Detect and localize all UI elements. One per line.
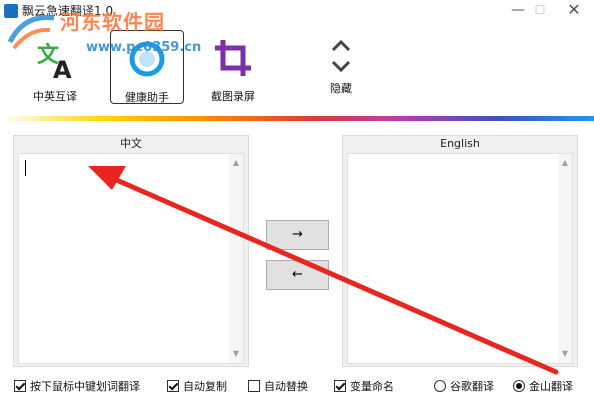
text-caret xyxy=(25,160,26,176)
target-scrollbar[interactable]: ▲ ▼ xyxy=(558,154,572,363)
chevron-up-down-icon xyxy=(304,34,378,78)
auto-replace-checkbox[interactable] xyxy=(248,380,260,392)
source-language-header: 中文 xyxy=(120,137,142,150)
auto-replace-option[interactable]: 自动替换 xyxy=(248,378,308,394)
middle-click-translate-checkbox[interactable] xyxy=(14,380,26,392)
source-scrollbar[interactable]: ▲ ▼ xyxy=(229,154,243,363)
variable-naming-option[interactable]: 变量命名 xyxy=(334,378,394,394)
title-bar: 飘云急速翻译1.0 — ☐ ✕ xyxy=(0,0,594,22)
translate-forward-button[interactable]: → xyxy=(266,220,329,250)
health-icon xyxy=(111,37,183,81)
screenshot-record-button[interactable]: 截图录屏 xyxy=(196,30,270,104)
target-panel: English ▲ ▼ xyxy=(342,135,578,367)
middle-click-translate-label: 按下鼠标中键划词翻译 xyxy=(30,380,140,393)
close-button[interactable]: ✕ xyxy=(554,0,594,22)
svg-text:A: A xyxy=(53,56,72,80)
target-language-header: English xyxy=(440,137,480,150)
health-assistant-button[interactable]: 健康助手 xyxy=(110,30,184,104)
kingsoft-translate-option[interactable]: 金山翻译 xyxy=(513,378,573,394)
scroll-down-arrow-icon[interactable]: ▼ xyxy=(229,347,243,361)
translate-backward-button[interactable]: ← xyxy=(266,260,329,290)
screenshot-record-label: 截图录屏 xyxy=(211,90,255,103)
kingsoft-translate-label: 金山翻译 xyxy=(529,380,573,393)
scroll-down-arrow-icon[interactable]: ▼ xyxy=(558,347,572,361)
middle-click-translate-option[interactable]: 按下鼠标中键划词翻译 xyxy=(14,378,140,394)
hide-button[interactable]: 隐藏 xyxy=(304,28,378,102)
google-translate-radio[interactable] xyxy=(434,380,446,392)
source-text-input[interactable]: ▲ ▼ xyxy=(18,153,244,364)
app-icon xyxy=(4,4,18,18)
translate-mode-label: 中英互译 xyxy=(33,90,77,103)
auto-replace-label: 自动替换 xyxy=(264,380,308,393)
crop-icon xyxy=(196,36,270,80)
scroll-up-arrow-icon[interactable]: ▲ xyxy=(229,156,243,170)
google-translate-option[interactable]: 谷歌翻译 xyxy=(434,378,494,394)
auto-copy-label: 自动复制 xyxy=(183,380,227,393)
translate-icon: 文 A xyxy=(18,36,92,80)
rainbow-divider xyxy=(0,116,594,121)
scroll-up-arrow-icon[interactable]: ▲ xyxy=(558,156,572,170)
translate-mode-button[interactable]: 文 A 中英互译 xyxy=(18,30,92,104)
variable-naming-checkbox[interactable] xyxy=(334,380,346,392)
variable-naming-label: 变量命名 xyxy=(350,380,394,393)
target-text-output[interactable]: ▲ ▼ xyxy=(347,153,573,364)
hide-label: 隐藏 xyxy=(330,82,352,95)
auto-copy-checkbox[interactable] xyxy=(167,380,179,392)
window-title: 飘云急速翻译1.0 xyxy=(22,4,114,18)
google-translate-label: 谷歌翻译 xyxy=(450,380,494,393)
health-assistant-label: 健康助手 xyxy=(125,91,169,104)
auto-copy-option[interactable]: 自动复制 xyxy=(167,378,227,394)
source-panel: 中文 ▲ ▼ xyxy=(13,135,249,367)
kingsoft-translate-radio[interactable] xyxy=(513,380,525,392)
